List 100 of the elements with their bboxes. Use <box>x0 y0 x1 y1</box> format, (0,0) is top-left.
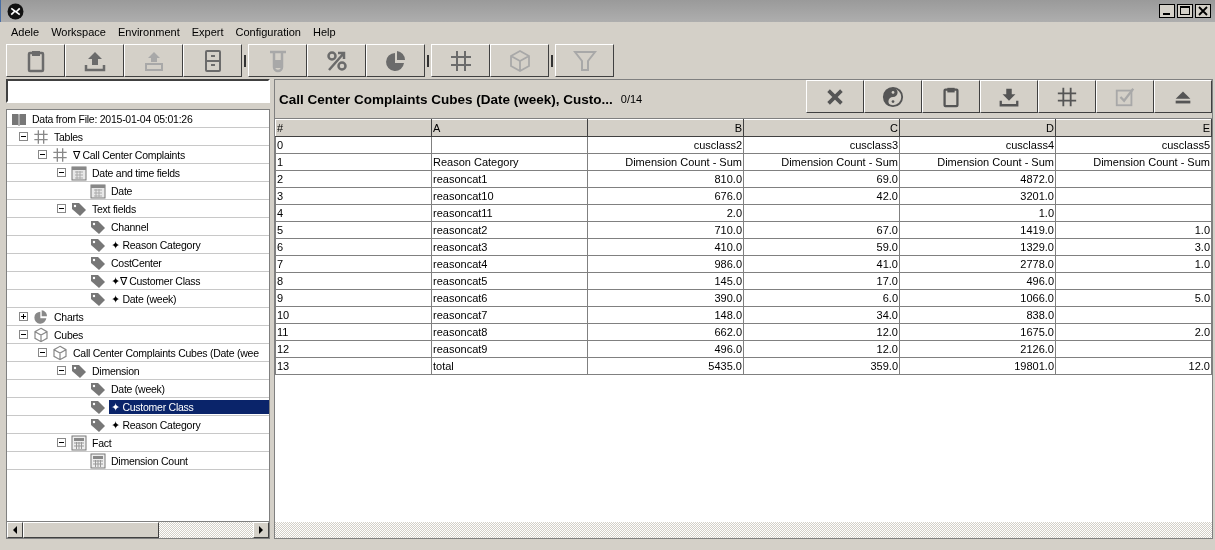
table-cell: 2.0 <box>587 204 744 222</box>
toolbar-button[interactable] <box>806 80 864 113</box>
table-cell: cusclass3 <box>743 136 900 154</box>
tree-item[interactable]: Dimension Count <box>109 453 190 468</box>
collapse-toggle[interactable] <box>38 150 47 159</box>
panel-title: Call Center Complaints Cubes (Date (week), Custo... <box>279 91 613 107</box>
tree-item[interactable]: ✦ Reason Category <box>109 237 203 252</box>
table-cell: reasoncat11 <box>431 204 588 222</box>
tree-item[interactable]: Fact <box>90 435 114 450</box>
menu-item[interactable]: Adele <box>5 26 46 38</box>
tree-item[interactable]: Tables <box>52 129 85 144</box>
toolbar-button[interactable] <box>980 80 1038 113</box>
column-header[interactable]: C <box>743 119 900 137</box>
table-cell: 12.0 <box>1055 357 1212 375</box>
left-arrow-icon <box>13 526 17 534</box>
column-header[interactable]: E <box>1055 119 1212 137</box>
toolbar-button[interactable] <box>65 44 124 77</box>
table-cell: Dimension Count - Sum <box>743 153 900 171</box>
table-cell: cusclass5 <box>1055 136 1212 154</box>
horizontal-scrollbar[interactable] <box>7 521 269 538</box>
tree-item[interactable]: ✦ Date (week) <box>109 291 179 306</box>
table-cell: cusclass2 <box>587 136 744 154</box>
toolbar-button[interactable] <box>183 44 242 77</box>
close-button[interactable] <box>1195 4 1211 18</box>
column-header[interactable]: D <box>899 119 1056 137</box>
toolbar-button[interactable] <box>307 44 366 77</box>
table-cell: 34.0 <box>743 306 900 324</box>
table-cell: 10 <box>275 306 432 324</box>
toolbar-button[interactable] <box>431 44 490 77</box>
tree-item[interactable]: ✦ Customer Class <box>109 399 269 414</box>
table-cell: 2 <box>275 170 432 188</box>
tree-item[interactable]: Charts <box>52 309 86 324</box>
scroll-right-button[interactable] <box>253 522 269 538</box>
table-cell: 662.0 <box>587 323 744 341</box>
tree-item[interactable]: Date and time fields <box>90 165 182 180</box>
table-cell: reasoncat7 <box>431 306 588 324</box>
tree-item[interactable]: Channel <box>109 219 151 234</box>
tree-item[interactable]: Data from File: 2015-01-04 05:01:26 <box>30 111 195 126</box>
tag-icon <box>90 416 106 433</box>
table-cell: Dimension Count - Sum <box>1055 153 1212 171</box>
table-cell: 496.0 <box>587 340 744 358</box>
table-cell: 3 <box>275 187 432 205</box>
tree-item[interactable]: Text fields <box>90 201 138 216</box>
menu-item[interactable]: Configuration <box>229 26 307 38</box>
tree-item[interactable]: ∇ Call Center Complaints <box>71 147 187 162</box>
expand-toggle[interactable] <box>19 312 28 321</box>
column-header[interactable]: B <box>587 119 744 137</box>
tree-item[interactable]: Cubes <box>52 327 86 342</box>
calendar-icon <box>71 164 87 181</box>
table-cell: total <box>431 357 588 375</box>
table-cell: 41.0 <box>743 255 900 273</box>
table-cell: 390.0 <box>587 289 744 307</box>
column-header[interactable]: # <box>275 119 432 137</box>
toolbar-button[interactable] <box>366 44 425 77</box>
toolbar-button[interactable] <box>922 80 980 113</box>
scroll-left-button[interactable] <box>7 522 23 538</box>
tag-icon <box>90 272 106 289</box>
calculator-icon <box>71 434 87 451</box>
collapse-toggle[interactable] <box>19 330 28 339</box>
minimize-button[interactable] <box>1159 4 1175 18</box>
tree-item[interactable]: ✦∇ Customer Class <box>109 273 203 288</box>
tree-item[interactable]: CostCenter <box>109 255 164 270</box>
table-cell: 5435.0 <box>587 357 744 375</box>
search-field[interactable] <box>6 79 270 103</box>
column-header[interactable]: A <box>431 119 588 137</box>
menu-item[interactable]: Expert <box>185 26 230 38</box>
maximize-button[interactable] <box>1177 4 1193 18</box>
yin-yang-icon <box>882 85 904 108</box>
menu-item[interactable]: Help <box>306 26 342 38</box>
tree-item[interactable]: ✦ Reason Category <box>109 417 203 432</box>
cube-icon <box>52 344 68 361</box>
tree-item[interactable]: Date <box>109 183 135 198</box>
collapse-toggle[interactable] <box>19 132 28 141</box>
table-cell: 11 <box>275 323 432 341</box>
table-cell: reasoncat2 <box>431 221 588 239</box>
collapse-toggle[interactable] <box>57 168 66 177</box>
tree-item[interactable]: Call Center Complaints Cubes (Date (wee <box>71 345 261 360</box>
scroll-thumb[interactable] <box>23 522 159 538</box>
collapse-toggle[interactable] <box>38 348 47 357</box>
table-cell: 359.0 <box>743 357 900 375</box>
tree-item[interactable]: Date (week) <box>109 381 167 396</box>
table-cell: 986.0 <box>587 255 744 273</box>
table-cell: 1.0 <box>1055 221 1212 239</box>
tag-icon <box>71 362 87 379</box>
toolbar-button[interactable] <box>1038 80 1096 113</box>
tree-item[interactable]: Dimension <box>90 363 142 378</box>
table-cell: 19801.0 <box>899 357 1056 375</box>
pie-chart-icon <box>33 308 49 325</box>
menu-item[interactable]: Environment <box>111 26 186 38</box>
toolbar-button[interactable] <box>6 44 65 77</box>
toolbar-button[interactable] <box>1154 80 1212 113</box>
collapse-toggle[interactable] <box>57 366 66 375</box>
table-cell: 2778.0 <box>899 255 1056 273</box>
menu-item[interactable]: Workspace <box>45 26 112 38</box>
horizontal-scrollbar[interactable] <box>275 522 1212 538</box>
collapse-toggle[interactable] <box>57 438 66 447</box>
toolbar-button[interactable] <box>864 80 922 113</box>
grid-icon <box>52 146 68 163</box>
tag-icon <box>90 290 106 307</box>
collapse-toggle[interactable] <box>57 204 66 213</box>
